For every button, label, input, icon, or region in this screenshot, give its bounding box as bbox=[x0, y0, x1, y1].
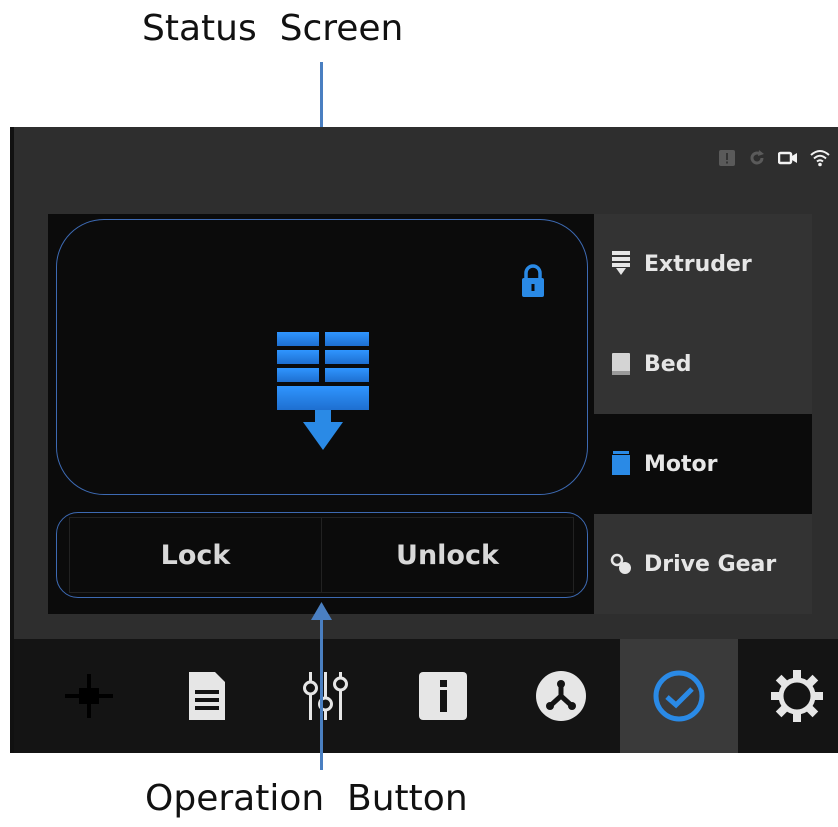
move-icon bbox=[65, 674, 113, 718]
refresh-icon bbox=[750, 150, 764, 165]
status-bar bbox=[718, 149, 830, 167]
status-screen bbox=[56, 219, 588, 495]
nav-settings[interactable] bbox=[738, 639, 838, 753]
camera-icon bbox=[778, 151, 797, 165]
info-icon bbox=[419, 672, 467, 720]
side-item-label: Bed bbox=[644, 351, 692, 377]
alert-icon bbox=[719, 150, 735, 166]
gear-icon bbox=[771, 670, 823, 722]
filament-icon bbox=[536, 671, 586, 721]
nav-info[interactable] bbox=[384, 639, 502, 753]
extruder-icon bbox=[612, 251, 630, 275]
padlock-icon[interactable] bbox=[521, 264, 545, 298]
side-item-drive-gear[interactable]: Drive Gear bbox=[594, 514, 812, 614]
side-menu: Extruder Bed Motor Drive Gear bbox=[594, 214, 812, 614]
operation-button-caption: Operation Button bbox=[145, 778, 468, 819]
side-item-label: Extruder bbox=[644, 251, 752, 277]
motor-icon bbox=[277, 332, 369, 450]
side-item-motor[interactable]: Motor bbox=[594, 414, 812, 514]
status-screen-caption: Status Screen bbox=[142, 8, 404, 49]
drive-gear-icon bbox=[610, 553, 631, 574]
motor-icon bbox=[612, 451, 630, 475]
side-item-label: Drive Gear bbox=[644, 551, 777, 577]
nav-filament[interactable] bbox=[502, 639, 620, 753]
nav-move[interactable] bbox=[30, 639, 148, 753]
side-item-label: Motor bbox=[644, 451, 718, 477]
check-icon bbox=[653, 670, 705, 722]
operation-button-arrow bbox=[320, 618, 323, 770]
unlock-button[interactable]: Unlock bbox=[321, 517, 574, 593]
status-panel: Lock Unlock bbox=[48, 214, 594, 614]
bottom-nav bbox=[10, 639, 838, 753]
lock-button[interactable]: Lock bbox=[69, 517, 322, 593]
nav-check[interactable] bbox=[620, 639, 738, 753]
device-edge bbox=[10, 127, 14, 753]
printer-touchscreen: Lock Unlock Extruder Bed Motor Drive Gea… bbox=[10, 127, 838, 753]
wifi-icon bbox=[810, 150, 830, 167]
sliders-icon bbox=[303, 672, 348, 720]
side-item-extruder[interactable]: Extruder bbox=[594, 214, 812, 314]
bed-icon bbox=[612, 353, 630, 375]
nav-file[interactable] bbox=[148, 639, 266, 753]
side-item-bed[interactable]: Bed bbox=[594, 314, 812, 414]
file-icon bbox=[189, 672, 225, 720]
nav-adjust[interactable] bbox=[266, 639, 384, 753]
operation-button-bar: Lock Unlock bbox=[56, 512, 588, 598]
